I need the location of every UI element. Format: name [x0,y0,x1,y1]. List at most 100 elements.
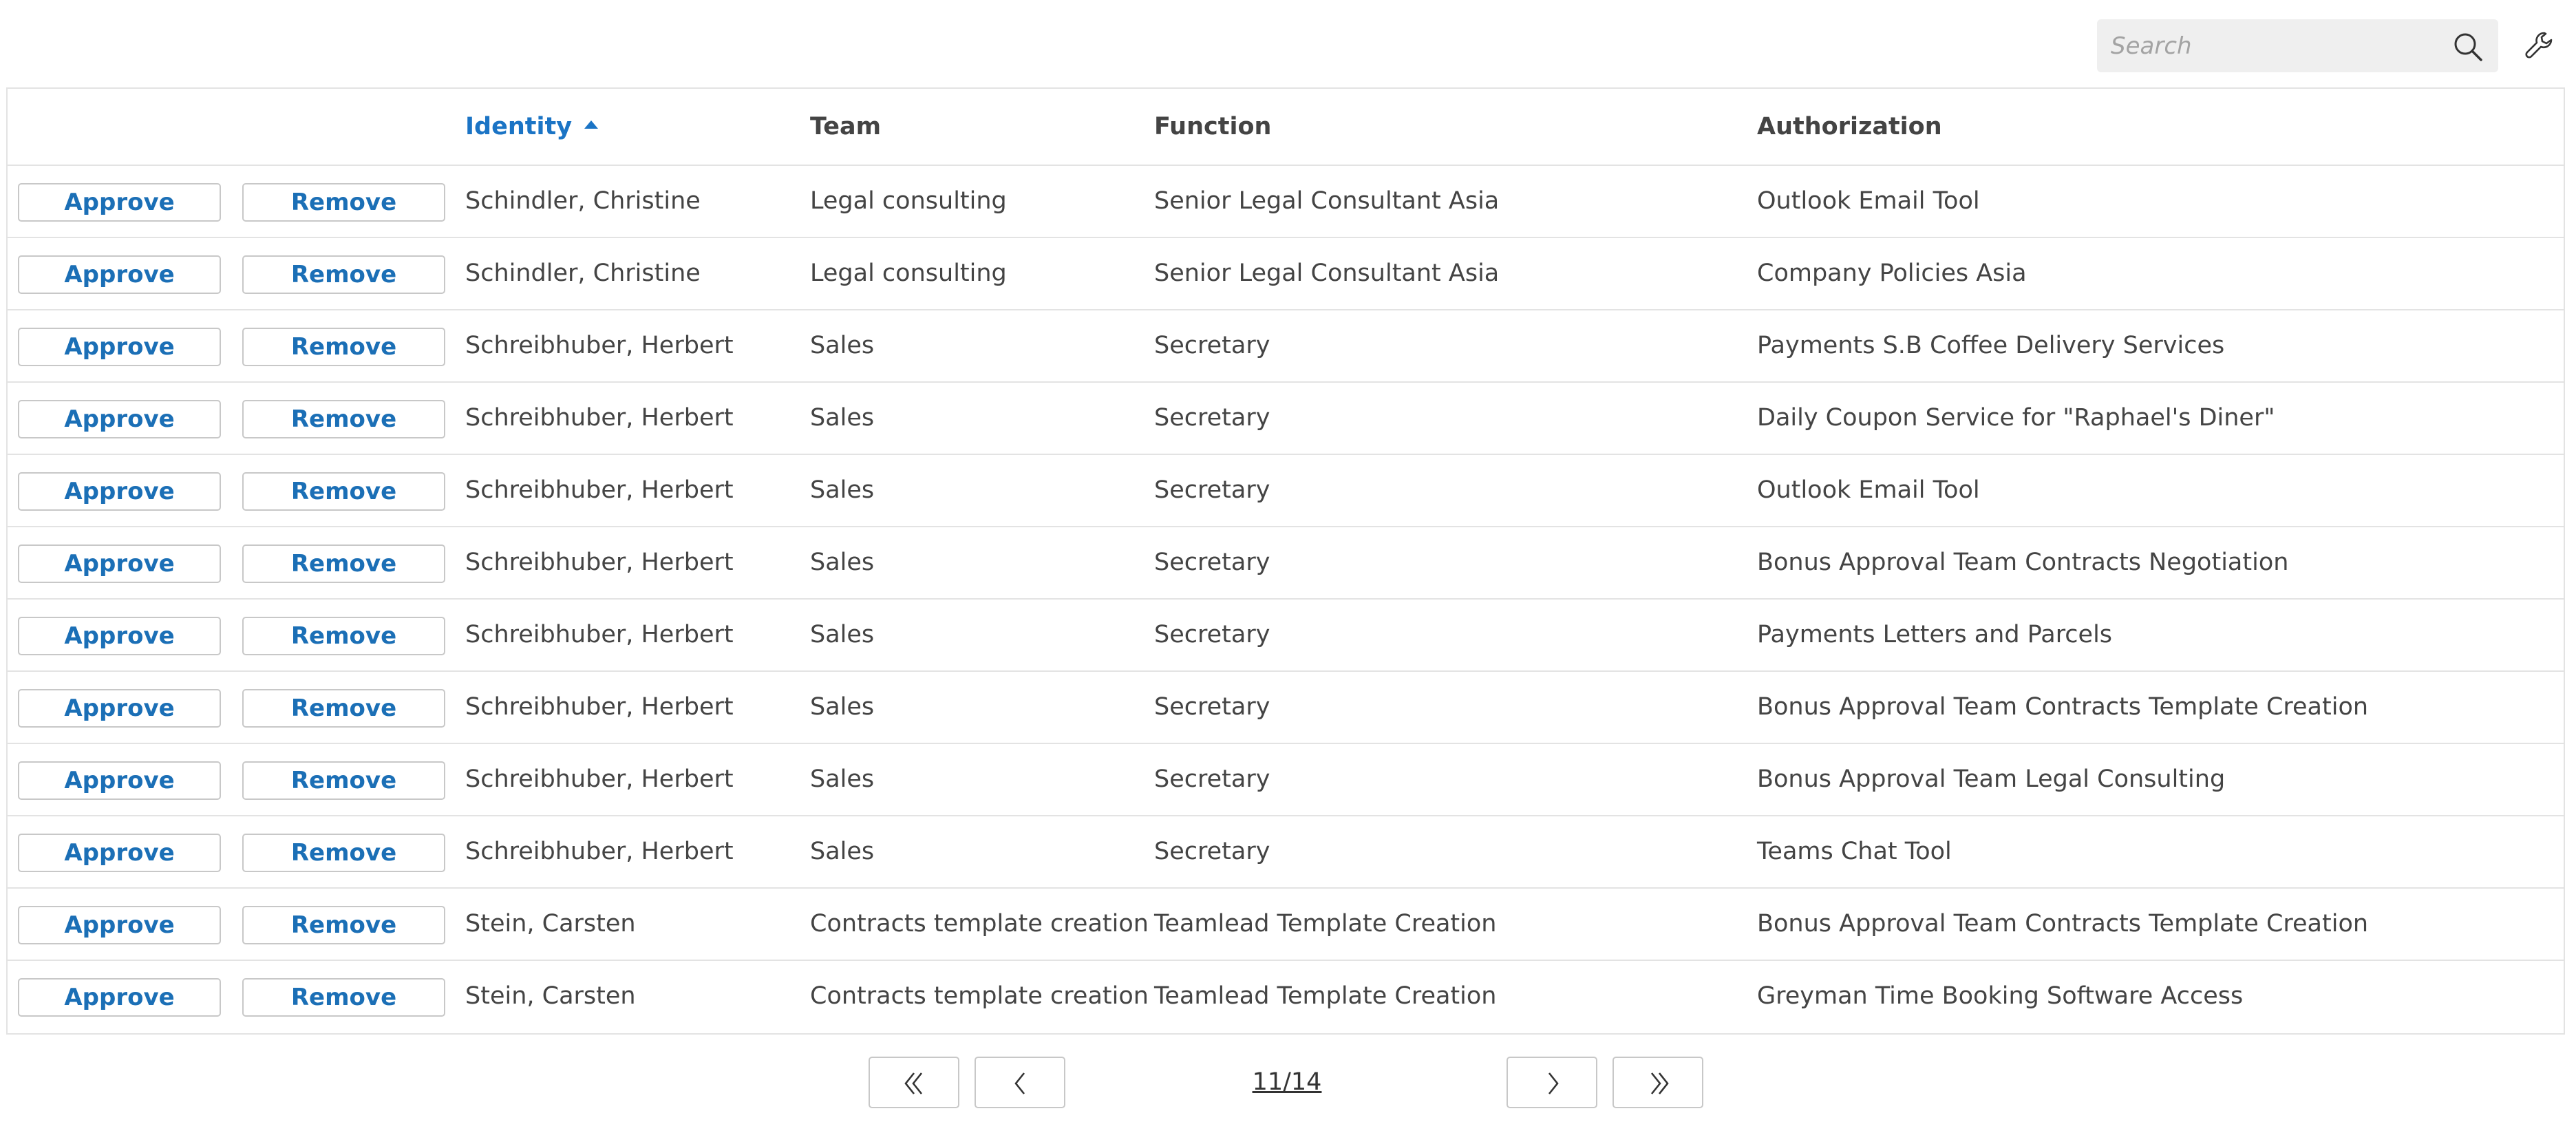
team-cell: Sales [810,549,875,576]
column-header-identity-label: Identity [465,113,573,140]
approve-button[interactable]: Approve [18,834,221,872]
table-row: Approve Remove Schreibhuber, Herbert Sales S… [8,672,2564,744]
table-row: Approve Remove Schreibhuber, Herbert Sales S… [8,600,2564,672]
next-page-button[interactable] [1507,1057,1597,1108]
identity-cell: Schreibhuber, Herbert [465,693,734,721]
function-cell: Senior Legal Consultant Asia [1154,187,1500,215]
authorization-cell: Company Policies Asia [1757,260,2027,287]
team-cell: Sales [810,693,875,721]
function-cell: Secretary [1154,621,1270,648]
function-cell: Teamlead Template Creation [1154,910,1497,938]
last-page-button[interactable] [1612,1057,1703,1108]
remove-button[interactable]: Remove [242,328,445,366]
team-cell: Sales [810,838,875,865]
remove-button[interactable]: Remove [242,906,445,944]
column-header-team[interactable]: Team [810,89,881,165]
function-cell: Secretary [1154,476,1270,504]
team-cell: Sales [810,404,875,432]
table-row: Approve Remove Schindler, Christine Legal c… [8,238,2564,310]
approve-button[interactable]: Approve [18,544,221,583]
authorization-cell: Bonus Approval Team Contracts Template C… [1757,910,2369,938]
approve-button[interactable]: Approve [18,328,221,366]
search-input[interactable] [2111,19,2434,72]
team-cell: Sales [810,621,875,648]
approve-button[interactable]: Approve [18,761,221,800]
identity-cell: Schreibhuber, Herbert [465,765,734,793]
identity-cell: Schreibhuber, Herbert [465,838,734,865]
remove-button[interactable]: Remove [242,183,445,222]
remove-button[interactable]: Remove [242,617,445,655]
identity-cell: Schindler, Christine [465,260,701,287]
search-icon[interactable] [2453,32,2483,62]
wrench-icon[interactable] [2524,30,2554,61]
double-chevron-left-icon [904,1072,923,1094]
column-header-authorization[interactable]: Authorization [1757,89,1942,165]
function-cell: Teamlead Template Creation [1154,982,1497,1010]
identity-cell: Schreibhuber, Herbert [465,549,734,576]
table-row: Approve Remove Schreibhuber, Herbert Sales S… [8,310,2564,383]
authorization-cell: Outlook Email Tool [1757,187,1980,215]
function-cell: Senior Legal Consultant Asia [1154,260,1500,287]
function-cell: Secretary [1154,332,1270,359]
table-row: Approve Remove Schindler, Christine Legal c… [8,166,2564,238]
identity-cell: Schreibhuber, Herbert [465,476,734,504]
team-cell: Legal consulting [810,187,1007,215]
table-row: Approve Remove Schreibhuber, Herbert Sales S… [8,383,2564,455]
identity-cell: Stein, Carsten [465,910,636,938]
authorization-cell: Teams Chat Tool [1757,838,1952,865]
chevron-right-icon [1548,1072,1559,1094]
search-box[interactable] [2097,19,2498,72]
table-row: Approve Remove Schreibhuber, Herbert Sales S… [8,744,2564,816]
authorization-cell: Daily Coupon Service for "Raphael's Dine… [1757,404,2275,432]
authorization-cell: Greyman Time Booking Software Access [1757,982,2244,1010]
approve-button[interactable]: Approve [18,689,221,728]
authorization-cell: Payments Letters and Parcels [1757,621,2113,648]
table-row: Approve Remove Stein, Carsten Contracts tem… [8,961,2564,1033]
table-header: Identity Team Function Authorization [8,89,2564,166]
column-header-function[interactable]: Function [1154,89,1271,165]
remove-button[interactable]: Remove [242,978,445,1017]
table-row: Approve Remove Stein, Carsten Contracts tem… [8,889,2564,961]
previous-page-button[interactable] [975,1057,1065,1108]
team-cell: Sales [810,332,875,359]
approve-button[interactable]: Approve [18,400,221,438]
remove-button[interactable]: Remove [242,255,445,294]
authorization-cell: Bonus Approval Team Contracts Negotiatio… [1757,549,2289,576]
remove-button[interactable]: Remove [242,834,445,872]
approval-table: Identity Team Function Authorization App… [6,87,2565,1035]
remove-button[interactable]: Remove [242,689,445,728]
column-header-identity[interactable]: Identity [465,89,599,165]
function-cell: Secretary [1154,765,1270,793]
chevron-left-icon [1014,1072,1025,1094]
authorization-cell: Bonus Approval Team Legal Consulting [1757,765,2226,793]
remove-button[interactable]: Remove [242,544,445,583]
function-cell: Secretary [1154,693,1270,721]
team-cell: Sales [810,765,875,793]
authorization-cell: Bonus Approval Team Contracts Template C… [1757,693,2369,721]
authorization-cell: Outlook Email Tool [1757,476,1980,504]
page-indicator[interactable]: 11/14 [1211,1057,1363,1108]
team-cell: Contracts template creation [810,982,1149,1010]
team-cell: Contracts template creation [810,910,1149,938]
double-chevron-right-icon [1650,1072,1669,1094]
remove-button[interactable]: Remove [242,400,445,438]
table-row: Approve Remove Schreibhuber, Herbert Sales S… [8,816,2564,889]
approve-button[interactable]: Approve [18,183,221,222]
table-row: Approve Remove Schreibhuber, Herbert Sales S… [8,455,2564,527]
approve-button[interactable]: Approve [18,472,221,511]
approve-button[interactable]: Approve [18,906,221,944]
identity-cell: Schindler, Christine [465,187,701,215]
identity-cell: Schreibhuber, Herbert [465,621,734,648]
table-row: Approve Remove Schreibhuber, Herbert Sales S… [8,527,2564,600]
authorization-cell: Payments S.B Coffee Delivery Services [1757,332,2225,359]
remove-button[interactable]: Remove [242,472,445,511]
first-page-button[interactable] [869,1057,959,1108]
function-cell: Secretary [1154,404,1270,432]
function-cell: Secretary [1154,549,1270,576]
identity-cell: Schreibhuber, Herbert [465,404,734,432]
approve-button[interactable]: Approve [18,978,221,1017]
remove-button[interactable]: Remove [242,761,445,800]
approve-button[interactable]: Approve [18,617,221,655]
team-cell: Legal consulting [810,260,1007,287]
approve-button[interactable]: Approve [18,255,221,294]
